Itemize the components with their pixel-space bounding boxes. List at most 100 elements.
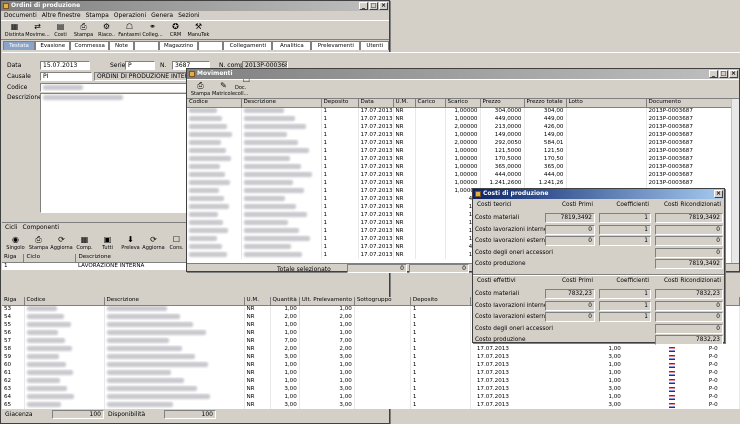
table-row[interactable]: 58 NR 2,00 2,00 1 17.07.2013 1,00 P-0 [2,345,740,353]
costi-coefficiente-field[interactable]: 1 [599,236,651,246]
tab-testata[interactable]: Testata [3,41,36,50]
column-header-scarico[interactable]: Scarico [445,99,481,108]
column-header-prezzo[interactable]: Prezzo [480,99,525,108]
column-header-descrizione[interactable]: Descrizione [104,297,245,306]
stampa-button[interactable]: ⎙ Stampa [27,233,50,252]
tab-prelevamenti[interactable]: Prelevamenti [311,41,361,50]
column-header-lotto[interactable]: Lotto [566,99,647,108]
column-header-ult-prelevamento[interactable]: Ult. Prelevamento [299,297,355,306]
cons-button[interactable]: ☐ Cons. [165,233,188,252]
tab-utenti[interactable]: Utenti [360,41,390,50]
costi-coefficiente-field[interactable]: 1 [599,213,651,223]
menu-documenti[interactable]: Documenti [4,12,37,19]
table-row[interactable]: 1 17.07.2013 NR 1,00000 121,5000 121,50 2013P-… [187,147,732,155]
data-field[interactable]: 15.07.2013 [40,61,90,70]
fantasmi-button[interactable]: ☖ Fantasmi [118,20,141,39]
table-row[interactable]: 1 17.07.2013 NR 1,00000 449,0000 449,00 2013P-… [187,115,732,123]
manutek-button[interactable]: ⚒ ManuTek [187,20,210,39]
aggiorna-button[interactable]: ⟳ Aggiorna [142,233,165,252]
menu-operazioni[interactable]: Operazioni [114,12,146,19]
redacted-text [106,393,210,399]
matricole-button[interactable]: ✎ Matricole [212,79,235,98]
column-header-riga[interactable]: Riga [2,297,25,306]
costi-coefficiente-field[interactable]: 1 [599,312,651,322]
stampa-button[interactable]: ⎙ Stampa [72,20,95,39]
column-header-ciclo[interactable]: Ciclo [23,254,77,263]
menu-altre-finestre[interactable]: Altre finestre [42,12,81,19]
close-button[interactable]: × [379,2,388,10]
costi-button[interactable]: ▤ Costi [49,20,72,39]
column-header-codice[interactable]: Codice [187,99,242,108]
column-header-riga[interactable]: Riga [2,254,25,263]
column-header-documento[interactable]: Documento [646,99,732,108]
descrizione-field[interactable] [40,93,188,213]
table-row[interactable]: 1 17.07.2013 NR 1,00000 149,0000 149,00 2013P-… [187,131,732,139]
crm-button[interactable]: ✪ CRM [164,20,187,39]
main-window-titlebar[interactable]: Ordini di produzione _ □ × [1,1,389,11]
minimize-button[interactable]: _ [359,2,368,10]
colleg-button[interactable]: ⚭ Colleg... [141,20,164,39]
column-header-data[interactable]: Data [358,99,394,108]
menu-stampa[interactable]: Stampa [86,12,109,19]
menu-cicli[interactable]: Cicli [5,224,18,231]
tab-blank[interactable] [198,41,224,50]
column-header-quantit[interactable]: Quantità [270,297,300,306]
distinta-button[interactable]: ▦ Distinta [3,20,26,39]
table-row[interactable]: 1 17.07.2013 NR 1,00000 304,0000 304,00 2013P-… [187,107,732,115]
column-header-descrizione[interactable]: Descrizione [241,99,322,108]
table-row[interactable]: 60 NR 1,00 1,00 1 17.07.2013 1,00 P-0 [2,361,740,369]
column-header-sottogruppo[interactable]: Sottogruppo [354,297,411,306]
table-row[interactable]: 61 NR 1,00 1,00 1 17.07.2013 1,00 P-0 [2,369,740,377]
menu-genera[interactable]: Genera [151,12,173,19]
menu-sezioni[interactable]: Sezioni [178,12,199,19]
table-row[interactable]: 63 NR 3,00 3,00 1 17.07.2013 3,00 P-0 [2,385,740,393]
codice-field[interactable] [40,83,188,92]
column-header-u-m[interactable]: U.M. [393,99,416,108]
table-row[interactable]: 1 17.07.2013 NR 1,00000 365,0000 365,00 2013P-… [187,163,732,171]
tab-collegamenti[interactable]: Collegamenti [223,41,273,50]
column-header-codice[interactable]: Codice [24,297,105,306]
costi-coefficiente-field[interactable]: 1 [599,224,651,235]
table-row[interactable]: 62 NR 1,00 1,00 1 17.07.2013 1,00 P-0 [2,377,740,385]
tab-analitica[interactable]: Analitica [272,41,312,50]
stampa-button[interactable]: ⎙ Stampa [189,79,212,98]
tab-evasione[interactable]: Evasione [35,41,71,50]
movimenti-titlebar[interactable]: Movimenti _ □ × [187,69,739,79]
maximize-button[interactable]: □ [719,70,728,78]
minimize-button[interactable]: _ [709,70,718,78]
table-row[interactable]: 64 NR 1,00 1,00 1 17.07.2013 1,00 P-0 [2,393,740,401]
close-button[interactable]: × [714,190,723,198]
table-row[interactable]: 1 17.07.2013 NR 1,00000 1.241,2600 1.241,26 20… [187,179,732,187]
riaco-button[interactable]: ⚙ Riaco.. [95,20,118,39]
table-row[interactable]: 1 17.07.2013 NR 2,00000 292,0050 584,01 2013P-… [187,139,732,147]
menu-componenti[interactable]: Componenti [23,224,60,231]
tab-commessa[interactable]: Commessa [70,41,109,50]
table-row[interactable]: 59 NR 3,00 3,00 1 17.07.2013 3,00 P-0 [2,353,740,361]
close-button[interactable]: × [729,70,738,78]
preleva-button[interactable]: ⬇ Preleva [119,233,142,252]
column-header-prezzo-totale[interactable]: Prezzo totale [524,99,567,108]
column-header-deposito[interactable]: Deposito [321,99,359,108]
column-header-carico[interactable]: Carico [415,99,446,108]
table-row[interactable]: 1 17.07.2013 NR 1,00000 170,5000 170,50 2013P-… [187,155,732,163]
tab-blank[interactable] [134,41,160,50]
costi-titlebar[interactable]: Costi di produzione × [473,189,724,199]
costi-coefficiente-field[interactable]: 1 [599,289,651,299]
comp-button[interactable]: ▦ Comp. [73,233,96,252]
table-row[interactable]: 1 17.07.2013 NR 1,00000 444,0000 444,00 2013P-… [187,171,732,179]
tab-magazzino[interactable]: Magazzino [159,41,199,50]
aggiorna-button[interactable]: ⟳ Aggiorna [50,233,73,252]
table-row[interactable]: 1 17.07.2013 NR 2,00000 213,0000 426,00 2013P-… [187,123,732,131]
causale-code-field[interactable]: PI [40,72,92,81]
serie-field[interactable]: P [125,61,155,70]
tab-note[interactable]: Note [108,41,135,50]
column-header-u-m[interactable]: U.M. [244,297,271,306]
tutti-button[interactable]: ▣ Tutti [96,233,119,252]
maximize-button[interactable]: □ [369,2,378,10]
movime-button[interactable]: ⇄ Movime... [25,20,49,39]
column-header-deposito[interactable]: Deposito [410,297,471,306]
costi-coefficiente-field[interactable]: 1 [599,300,651,311]
doc-coll-button[interactable]: ☐ Doc. coll... [235,76,258,98]
singolo-button[interactable]: ◉ Singolo [4,233,27,252]
movimenti-scrollbar[interactable] [731,99,739,263]
